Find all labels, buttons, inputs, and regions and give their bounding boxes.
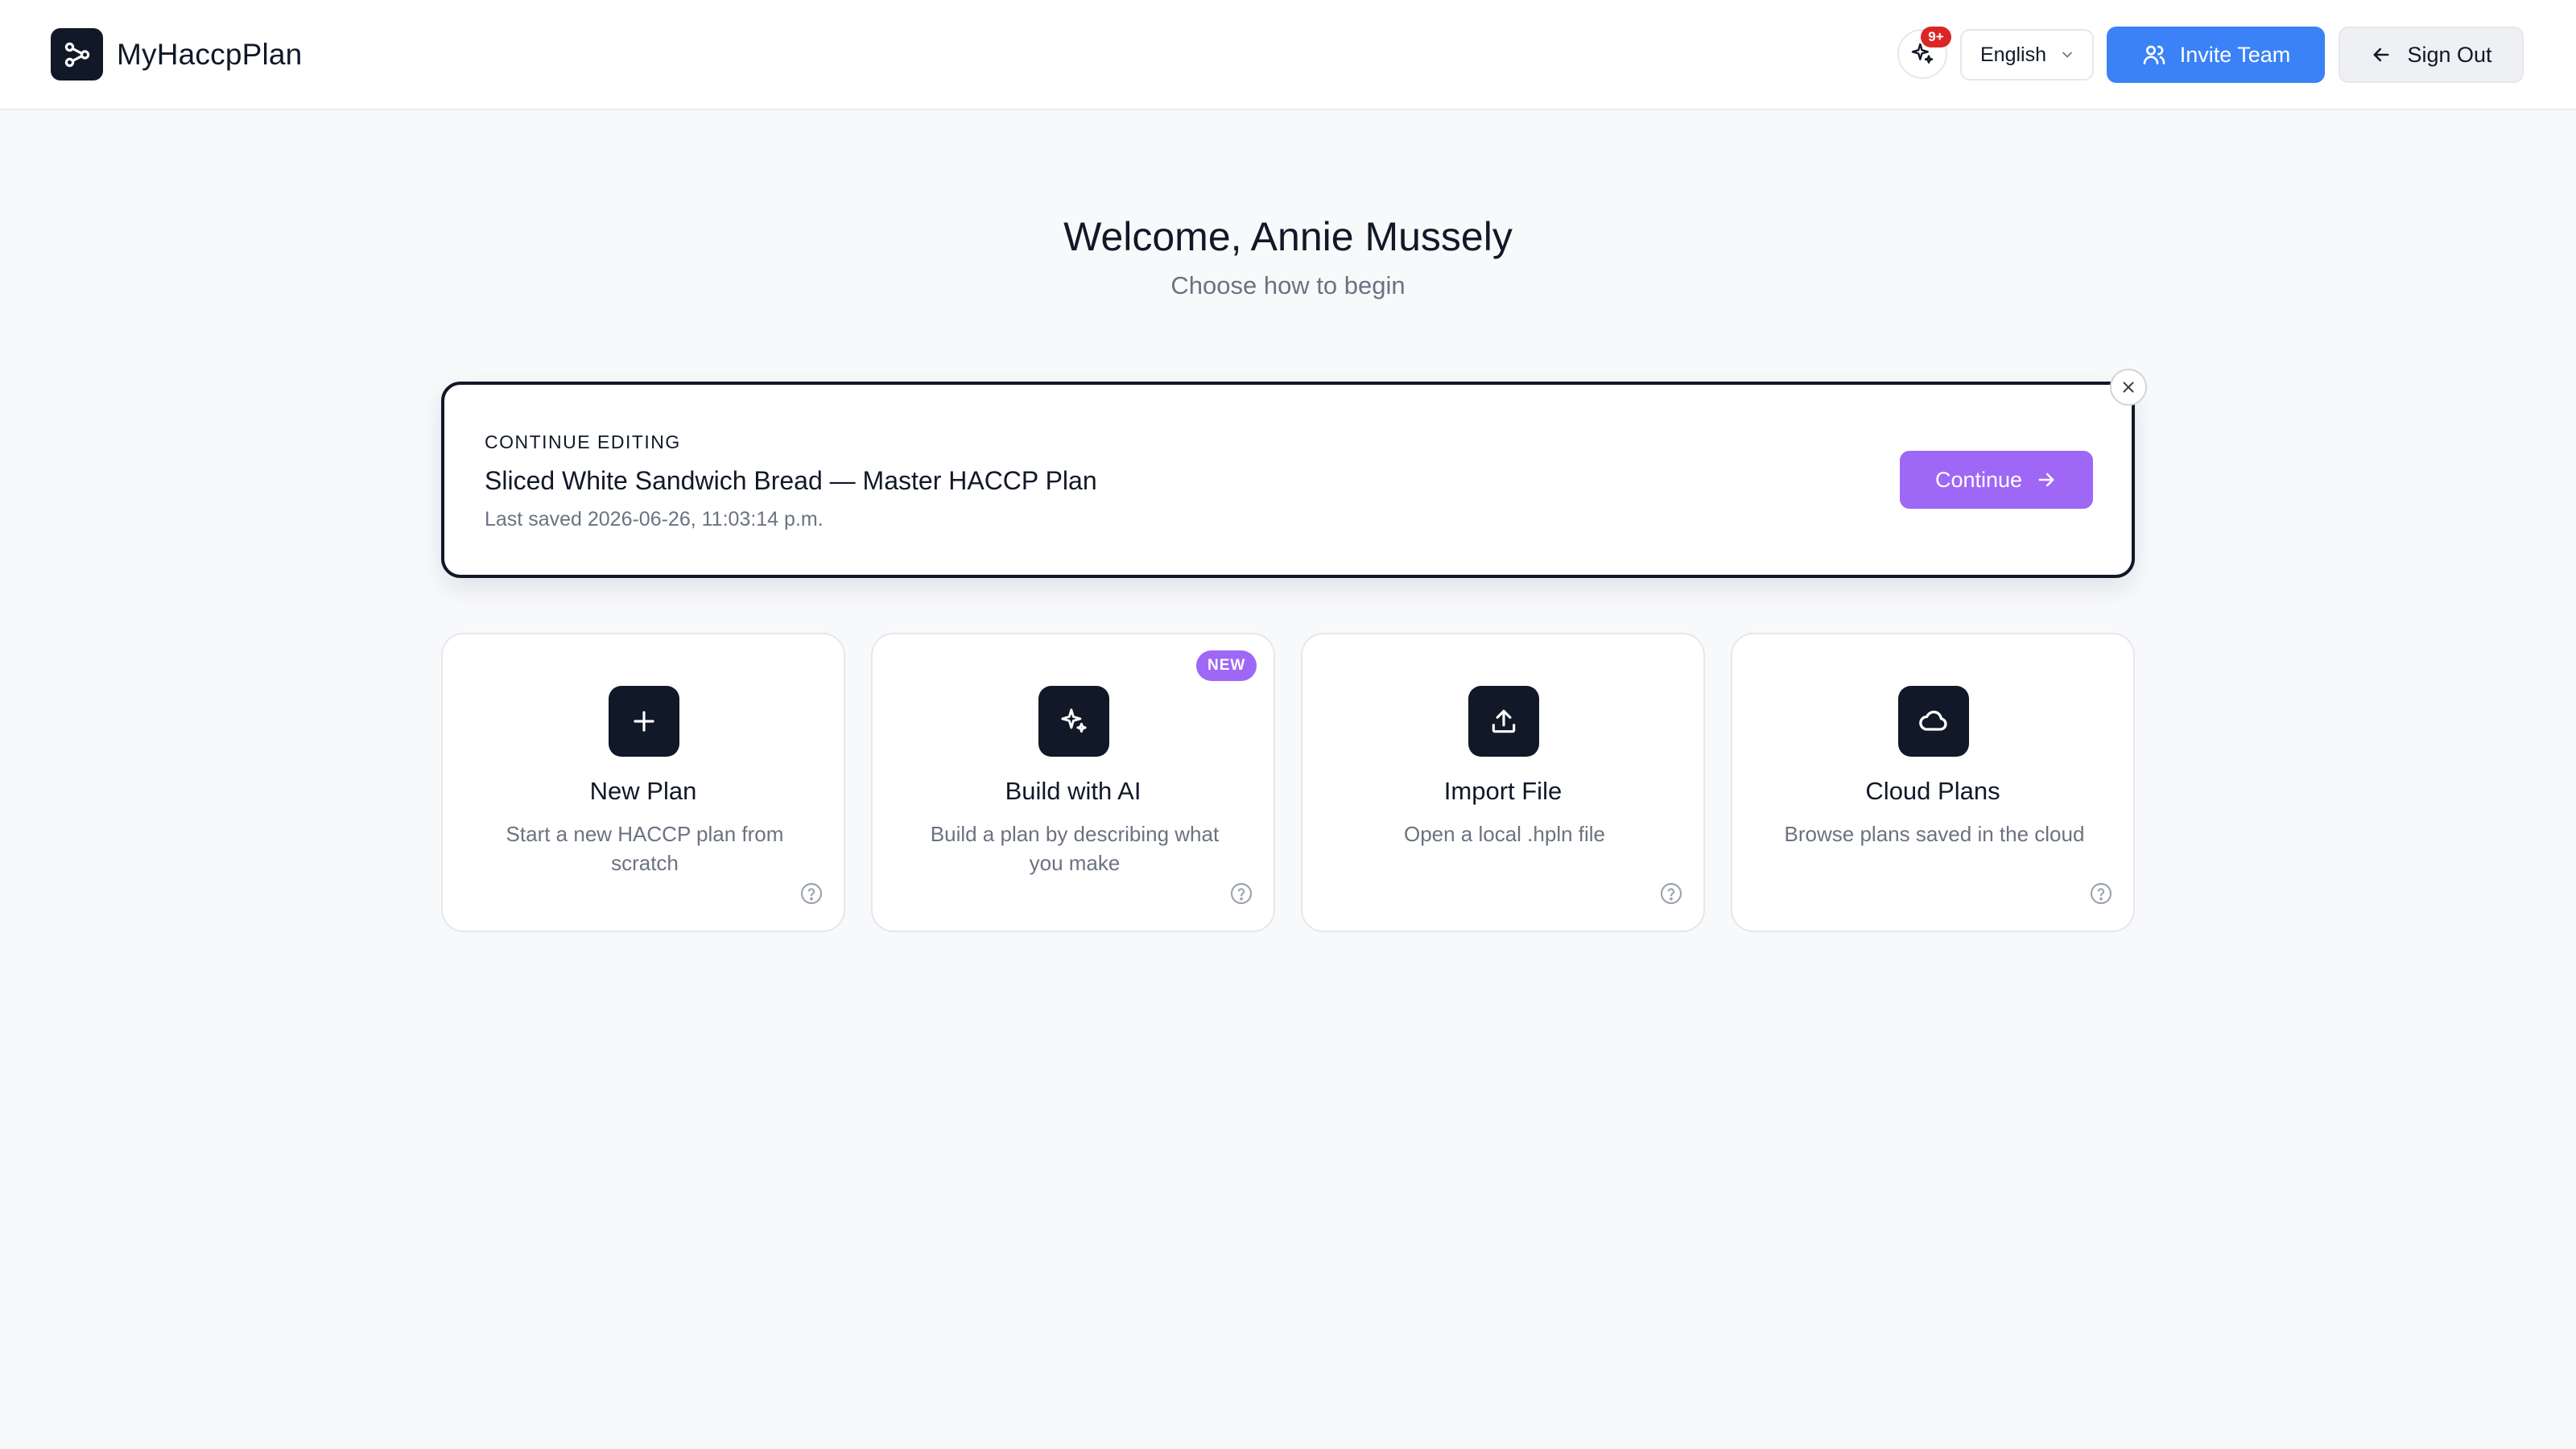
notification-count-badge: 9+ <box>1921 27 1951 47</box>
continue-editing-label: CONTINUE EDITING <box>485 431 681 452</box>
upload-icon <box>1468 686 1539 757</box>
option-title: Cloud Plans <box>1865 777 2000 805</box>
help-icon[interactable] <box>2088 881 2114 906</box>
recent-plan-title: Sliced White Sandwich Bread — Master HAC… <box>485 466 1097 495</box>
users-icon <box>2143 45 2165 64</box>
option-title: New Plan <box>589 777 697 805</box>
option-description: Build a plan by describing what you make <box>930 822 1220 875</box>
top-header: MyHaccpPlan 9+ English Invite Team Sign … <box>0 0 2576 110</box>
plus-icon <box>609 686 679 757</box>
option-description: Start a new HACCP plan from scratch <box>506 822 784 875</box>
sparkles-icon <box>1038 686 1109 757</box>
sign-out-button[interactable]: Sign Out <box>2339 27 2524 83</box>
new-badge: NEW <box>1196 650 1257 681</box>
continue-editing-card: CONTINUE EDITING Sliced White Sandwich B… <box>441 382 2135 578</box>
sign-out-label: Sign Out <box>2407 42 2492 67</box>
cloud-plans-card[interactable]: Cloud Plans Browse plans saved in the cl… <box>1731 633 2135 932</box>
continue-label: Continue <box>1934 467 2023 492</box>
language-select[interactable]: English <box>1960 29 2094 80</box>
help-icon[interactable] <box>1658 881 1684 906</box>
invite-team-button[interactable]: Invite Team <box>2107 27 2325 83</box>
dismiss-continue-button[interactable] <box>2110 369 2147 406</box>
build-with-ai-card[interactable]: NEW Build with AI Build a plan by descri… <box>871 633 1275 932</box>
app-title[interactable]: MyHaccpPlan <box>117 35 302 74</box>
option-title: Import File <box>1443 777 1563 805</box>
welcome-title: Welcome, Annie Mussely <box>1063 214 1513 259</box>
new-plan-card[interactable]: New Plan Start a new HACCP plan from scr… <box>441 633 845 932</box>
chevron-down-icon <box>2062 52 2072 58</box>
invite-team-label: Invite Team <box>2179 42 2291 67</box>
close-icon <box>2123 382 2134 393</box>
logo-icon[interactable] <box>51 28 103 80</box>
continue-button[interactable]: Continue <box>1900 451 2093 509</box>
import-file-card[interactable]: Import File Open a local .hpln file <box>1301 633 1705 932</box>
help-icon[interactable] <box>1228 881 1254 906</box>
last-saved-text: Last saved 2026-06-26, 11:03:14 p.m. <box>485 508 824 530</box>
option-title: Build with AI <box>1005 777 1141 805</box>
language-value: English <box>1980 43 2046 66</box>
welcome-subtitle: Choose how to begin <box>1170 271 1406 299</box>
arrow-left-icon <box>2374 47 2389 62</box>
option-description: Open a local .hpln file <box>1403 822 1606 846</box>
help-icon[interactable] <box>799 881 824 906</box>
cloud-icon <box>1898 686 1969 757</box>
arrow-right-icon <box>2038 473 2054 487</box>
option-description: Browse plans saved in the cloud <box>1784 822 2085 846</box>
